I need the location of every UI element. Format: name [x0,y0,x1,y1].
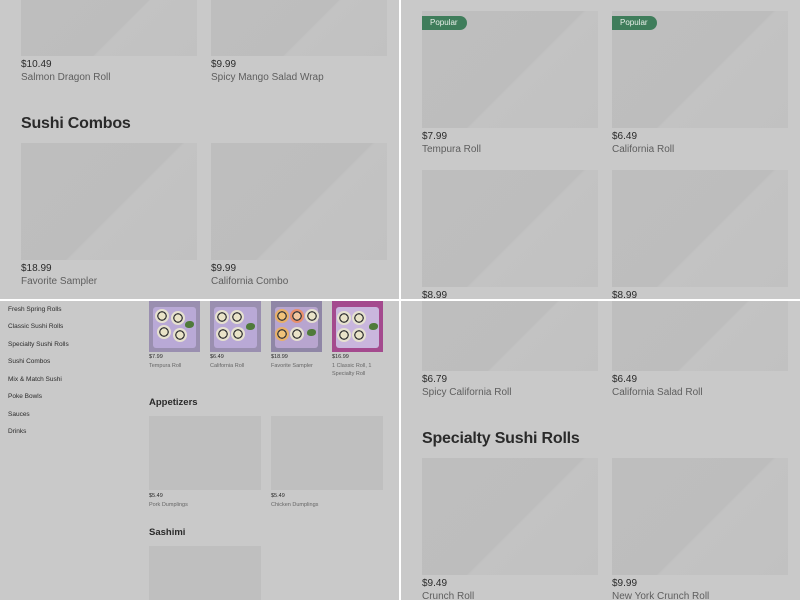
menu-item-card[interactable]: $10.49 Salmon Dragon Roll [21,0,197,90]
menu-item-image [612,301,788,371]
menu-item-image [422,170,598,287]
menu-item-name: Salmon Dragon Roll [21,72,111,83]
menu-item-card[interactable]: $5.49 Chicken Dumplings [271,416,383,511]
menu-item-card[interactable]: $8.99 [422,170,598,299]
menu-item-price: $18.99 [271,354,288,360]
menu-item-card[interactable]: $18.99 Favorite Sampler [21,143,197,293]
menu-item-image [422,301,598,371]
menu-item-card[interactable]: $16.99 1 Classic Roll, 1 Specialty Roll [332,301,383,377]
popular-badge: Popular [422,16,467,30]
section-title: Sushi Combos [21,115,131,132]
menu-item-name: Spicy Mango Salad Wrap [211,72,324,83]
menu-item-name: California Combo [211,276,289,287]
section-title: Specialty Sushi Rolls [422,430,580,447]
menu-item-card[interactable] [149,546,261,600]
menu-item-card[interactable]: $6.49 California Roll [210,301,261,376]
menu-item-name: California Roll [210,363,245,369]
menu-item-price: $5.49 [149,493,163,499]
menu-item-price: $5.49 [271,493,285,499]
menu-item-card[interactable]: Popular $7.99 Tempura Roll [422,11,598,161]
menu-item-card[interactable]: $6.79 Spicy California Roll [422,301,598,401]
section-title: Sashimi [149,527,186,538]
menu-item-image [149,546,261,600]
menu-item-name: Tempura Roll [149,363,182,369]
menu-item-card[interactable]: $6.49 California Salad Roll [612,301,788,401]
menu-item-card[interactable]: $5.49 Pork Dumplings [149,416,261,511]
menu-item-name: Pork Dumplings [149,502,188,508]
menu-item-card[interactable]: $9.99 New York Crunch Roll [612,458,788,600]
menu-item-name: 1 Classic Roll, 1 Specialty Roll [332,363,372,377]
menu-item-price: $9.99 [211,59,237,70]
menu-item-card[interactable]: $8.99 [612,170,788,299]
sidebar-item[interactable]: Sushi Combos [8,358,50,365]
menu-item-name: Spicy California Roll [422,387,512,398]
menu-item-image [21,143,197,260]
panel-bottom-left: Fresh Spring Rolls Classic Sushi Rolls S… [0,301,399,600]
menu-item-card[interactable]: $9.99 Spicy Mango Salad Wrap [211,0,387,90]
sidebar-item[interactable]: Fresh Spring Rolls [8,306,61,313]
menu-item-image [612,170,788,287]
sidebar-item[interactable]: Sauces [8,411,30,418]
panel-top-left: $10.49 Salmon Dragon Roll $9.99 Spicy Ma… [0,0,399,299]
menu-item-price: $7.99 [149,354,163,360]
section-title: Appetizers [149,397,198,408]
menu-item-price: $16.99 [332,354,349,360]
sidebar-item[interactable]: Mix & Match Sushi [8,376,62,383]
menu-item-name: Favorite Sampler [21,276,98,287]
menu-item-image [211,143,387,260]
menu-item-image [149,416,261,490]
menu-item-name: Chicken Dumplings [271,502,319,508]
menu-item-price: $9.49 [422,578,448,589]
menu-item-name: Crunch Roll [422,591,475,600]
menu-item-price: $10.49 [21,59,52,70]
menu-item-card[interactable]: $18.99 Favorite Sampler [271,301,322,376]
popular-badge: Popular [612,16,657,30]
menu-item-card[interactable]: Popular $6.49 California Roll [612,11,788,161]
menu-item-price: $7.99 [422,131,448,142]
menu-item-price: $9.99 [211,263,237,274]
menu-item-price: $8.99 [612,290,638,299]
menu-item-price: $18.99 [21,263,52,274]
menu-item-name: Favorite Sampler [271,363,313,369]
menu-item-price: $9.99 [612,578,638,589]
sidebar-item[interactable]: Classic Sushi Rolls [8,323,63,330]
menu-item-price: $6.79 [422,374,448,385]
menu-item-image [332,301,383,352]
menu-item-price: $8.99 [422,290,448,299]
sidebar-item[interactable]: Drinks [8,428,26,435]
menu-item-name: California Salad Roll [612,387,703,398]
menu-item-price: $6.49 [210,354,224,360]
menu-item-image [211,0,387,56]
menu-item-image [210,301,261,352]
menu-item-image [149,301,200,352]
menu-item-name: Tempura Roll [422,144,481,155]
menu-item-name: New York Crunch Roll [612,591,710,600]
menu-item-price: $6.49 [612,131,638,142]
menu-item-card[interactable]: $9.49 Crunch Roll [422,458,598,600]
sidebar-item[interactable]: Specialty Sushi Rolls [8,341,69,348]
panel-bottom-right: $6.79 Spicy California Roll $6.49 Califo… [401,301,800,600]
menu-item-image [21,0,197,56]
menu-item-image [271,416,383,490]
panel-top-right: Popular $7.99 Tempura Roll Popular $6.49… [401,0,800,299]
menu-item-image [612,458,788,575]
menu-item-card[interactable]: $7.99 Tempura Roll [149,301,200,376]
sidebar-item[interactable]: Poke Bowls [8,393,42,400]
menu-item-image [271,301,322,352]
menu-item-card[interactable]: $9.99 California Combo [211,143,387,293]
menu-item-image [422,458,598,575]
menu-item-price: $6.49 [612,374,638,385]
menu-item-name: California Roll [612,144,675,155]
